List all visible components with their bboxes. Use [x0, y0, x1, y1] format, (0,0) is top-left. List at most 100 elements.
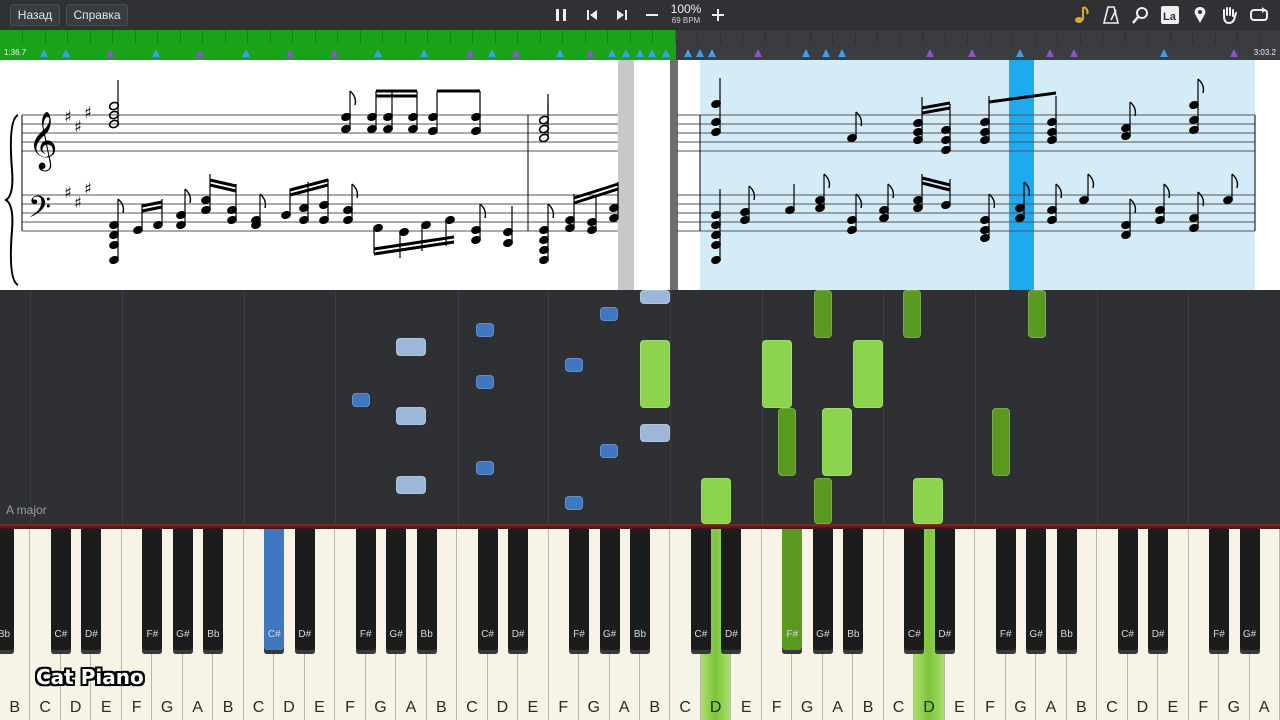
falling-note [565, 358, 583, 372]
timeline-marker [1070, 49, 1078, 57]
black-key-bb[interactable]: Bb [843, 529, 864, 654]
black-key-dsharp[interactable]: D# [81, 529, 102, 654]
white-key-label: D [709, 699, 722, 716]
black-key-bb[interactable]: Bb [1056, 529, 1077, 654]
svg-text:♯: ♯ [84, 103, 92, 122]
piano-keyboard[interactable]: B C D E F G A B C D E F G A B C D E F G A B C D E F G A B C D E F G A B C D E F… [0, 529, 1280, 720]
svg-text:La: La [1163, 11, 1177, 23]
location-marker-icon[interactable] [1189, 4, 1211, 26]
white-key-label: B [649, 699, 661, 716]
timeline-marker [242, 49, 250, 57]
timeline-tick [134, 30, 136, 44]
black-key-dsharp[interactable]: D# [508, 529, 529, 654]
timeline-tick [44, 30, 46, 44]
black-key-csharp[interactable]: C# [477, 529, 498, 654]
white-key-label: G [1227, 699, 1240, 716]
back-button[interactable]: Назад [10, 4, 60, 26]
black-key-fsharp[interactable]: F# [1209, 529, 1230, 654]
black-key-bb[interactable]: Bb [203, 529, 224, 654]
black-key-gsharp[interactable]: G# [599, 529, 620, 654]
hand-icon[interactable] [1218, 4, 1240, 26]
roll-grid-line [458, 290, 459, 524]
falling-note [565, 496, 583, 510]
white-key-label: G [1014, 699, 1027, 716]
black-key-csharp[interactable]: C# [904, 529, 925, 654]
black-key-gsharp[interactable]: G# [812, 529, 833, 654]
falling-note [814, 290, 832, 338]
music-note-icon[interactable] [1070, 4, 1092, 26]
black-key-label: Bb [633, 629, 647, 640]
black-key-fsharp[interactable]: F# [782, 529, 803, 654]
black-key-dsharp[interactable]: D# [294, 529, 315, 654]
black-key-fsharp[interactable]: F# [355, 529, 376, 654]
white-key-label: A [832, 699, 843, 716]
timeline-marker [62, 49, 70, 57]
black-key-gsharp[interactable]: G# [172, 529, 193, 654]
black-key-bb[interactable]: Bb [630, 529, 650, 654]
skip-back-icon[interactable] [581, 4, 603, 26]
black-key-csharp[interactable]: C# [50, 529, 71, 654]
black-key-csharp[interactable]: C# [264, 529, 285, 654]
white-key-label: B [1076, 699, 1087, 716]
white-key-label: F [345, 699, 355, 716]
timeline-marker [696, 49, 704, 57]
black-key-label: F# [359, 629, 372, 640]
black-key-dsharp[interactable]: D# [1148, 529, 1169, 654]
note-labels-icon[interactable]: La [1159, 4, 1181, 26]
zoom-icon[interactable] [1130, 4, 1152, 26]
black-key-label: Bb [0, 629, 11, 640]
timeline-tick [517, 30, 518, 44]
svg-text:♯: ♯ [64, 183, 72, 202]
black-key-bb[interactable]: Bb [416, 529, 437, 654]
black-key-bb[interactable]: Bb [0, 529, 14, 654]
timeline-marker [40, 49, 48, 57]
black-key-label: D# [1151, 629, 1165, 640]
treble-clef: 𝄞 [28, 111, 58, 172]
speed-up-icon[interactable] [707, 4, 729, 26]
black-key-fsharp[interactable]: F# [569, 529, 590, 654]
help-button[interactable]: Справка [66, 4, 128, 26]
timeline-tick [922, 30, 923, 44]
song-timeline[interactable]: 1:36.7 3:03.2 [0, 30, 1280, 60]
black-key-gsharp[interactable]: G# [1239, 529, 1260, 654]
timeline-tick [1214, 30, 1216, 44]
loop-icon[interactable] [1248, 4, 1270, 26]
note-flag [349, 90, 357, 106]
falling-note [600, 444, 618, 458]
white-key-label: D [1136, 699, 1149, 716]
falling-note [476, 375, 494, 389]
playhead-cursor [1009, 60, 1034, 290]
black-key-label: G# [176, 629, 190, 640]
timeline-marker [662, 49, 670, 57]
score-svg: 𝄞 𝄢 ♯♯♯ ♯♯♯ [4, 60, 1256, 290]
black-key-csharp[interactable]: C# [690, 529, 711, 654]
black-key-label: F# [1213, 629, 1225, 640]
timeline-marker [152, 49, 160, 57]
timeline-tick [449, 30, 451, 44]
falling-note [701, 478, 731, 524]
timeline-marker [1230, 49, 1238, 57]
white-key-label: F [131, 699, 142, 716]
black-key-fsharp[interactable]: F# [995, 529, 1016, 654]
timeline-marker [926, 49, 934, 57]
black-key-gsharp[interactable]: G# [386, 529, 407, 654]
note-flag [479, 203, 487, 219]
timeline-tick [494, 30, 496, 44]
speed-down-icon[interactable] [641, 4, 663, 26]
black-key-fsharp[interactable]: F# [142, 529, 163, 654]
falling-note [778, 408, 796, 476]
black-key-label: D# [725, 629, 738, 640]
black-key-label: Bb [847, 629, 860, 640]
timeline-tick [742, 30, 743, 44]
black-key-gsharp[interactable]: G# [1026, 529, 1047, 654]
black-key-csharp[interactable]: C# [1117, 529, 1138, 654]
skip-forward-icon[interactable] [611, 4, 633, 26]
metronome-icon[interactable] [1100, 4, 1122, 26]
falling-note [992, 408, 1010, 476]
timeline-tick [584, 30, 586, 44]
black-key-dsharp[interactable]: D# [721, 529, 742, 654]
black-key-dsharp[interactable]: D# [934, 529, 955, 654]
pause-icon[interactable] [550, 4, 572, 26]
timeline-tick [427, 30, 428, 44]
timeline-tick [674, 30, 676, 44]
